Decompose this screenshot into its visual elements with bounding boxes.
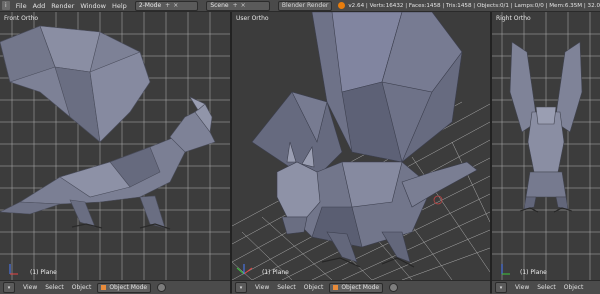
menu-view[interactable]: View (255, 284, 269, 291)
viewport-right-ortho[interactable]: Right Ortho (1) Plane (492, 12, 600, 280)
right-active-object: (1) Plane (520, 269, 547, 276)
info-header: i File Add Render Window Help 2-Mode + ×… (0, 0, 600, 12)
menu-object[interactable]: Object (564, 284, 584, 291)
viewport-header-left: ▾ View Select Object Object Mode (0, 280, 230, 294)
screen-layout-selector[interactable]: 2-Mode + × (134, 0, 199, 11)
menu-select[interactable]: Select (45, 284, 64, 291)
front-view-label: Front Ortho (4, 15, 39, 22)
menu-select[interactable]: Select (277, 284, 296, 291)
menu-add[interactable]: Add (33, 2, 46, 10)
scene-stats-text: v2.64 | Verts:16432 | Faces:1458 | Tris:… (348, 3, 600, 9)
scene-stats: v2.64 | Verts:16432 | Faces:1458 | Tris:… (338, 2, 600, 9)
right-view-scene (492, 12, 600, 280)
menu-window[interactable]: Window (80, 2, 106, 10)
mode-value: Object Mode (109, 284, 148, 291)
viewport-header-right: ▾ View Select Object (492, 280, 600, 294)
user-view-scene (232, 12, 490, 280)
blender-logo-icon (338, 2, 346, 9)
add-scene-icon[interactable]: + (233, 2, 238, 9)
editor-type-3d-view-icon[interactable]: ▾ (495, 282, 507, 293)
add-layout-icon[interactable]: + (165, 2, 170, 9)
editor-type-3d-view-icon[interactable]: ▾ (235, 282, 247, 293)
menu-object[interactable]: Object (304, 284, 324, 291)
front-active-object: (1) Plane (30, 269, 57, 276)
render-engine-value: Blender Render (281, 2, 329, 9)
mode-dropdown[interactable]: Object Mode (329, 282, 384, 293)
editor-type-3d-view-icon[interactable]: ▾ (3, 282, 15, 293)
menu-object[interactable]: Object (72, 284, 92, 291)
user-dragon-mesh[interactable] (251, 12, 478, 268)
right-view-label: Right Ortho (496, 15, 531, 22)
remove-layout-icon[interactable]: × (173, 2, 178, 9)
front-view-scene (0, 12, 230, 280)
menu-help[interactable]: Help (112, 2, 127, 10)
viewport-shading-icon[interactable] (389, 283, 399, 292)
menu-select[interactable]: Select (537, 284, 556, 291)
mode-value: Object Mode (341, 284, 380, 291)
scene-selector[interactable]: Scene + × (206, 0, 270, 11)
scene-value: Scene (210, 2, 229, 9)
viewport-user-ortho[interactable]: User Ortho (1) Plane (232, 12, 490, 280)
viewport-shading-icon[interactable] (157, 283, 167, 292)
3d-cursor-icon[interactable] (433, 195, 443, 205)
viewport-front-ortho[interactable]: Front Ortho (1) Plane (0, 12, 230, 280)
editor-type-icon[interactable]: i (2, 1, 10, 10)
menu-file[interactable]: File (16, 2, 27, 10)
front-dragon-mesh[interactable] (0, 25, 216, 230)
menu-view[interactable]: View (23, 284, 37, 291)
render-engine-dropdown[interactable]: Blender Render (277, 0, 333, 11)
user-axis-icon (236, 264, 253, 275)
mode-dropdown[interactable]: Object Mode (97, 282, 152, 293)
object-mode-icon (101, 285, 107, 290)
menu-view[interactable]: View (515, 284, 529, 291)
screen-layout-value: 2-Mode (138, 2, 162, 9)
object-mode-icon (333, 285, 339, 290)
front-axis-icon (9, 264, 18, 275)
viewport-header-center: ▾ View Select Object Object Mode (232, 280, 490, 294)
right-axis-icon (501, 264, 510, 275)
user-view-label: User Ortho (236, 15, 269, 22)
remove-scene-icon[interactable]: × (241, 2, 246, 9)
menu-render[interactable]: Render (51, 2, 74, 10)
user-active-object: (1) Plane (262, 269, 289, 276)
